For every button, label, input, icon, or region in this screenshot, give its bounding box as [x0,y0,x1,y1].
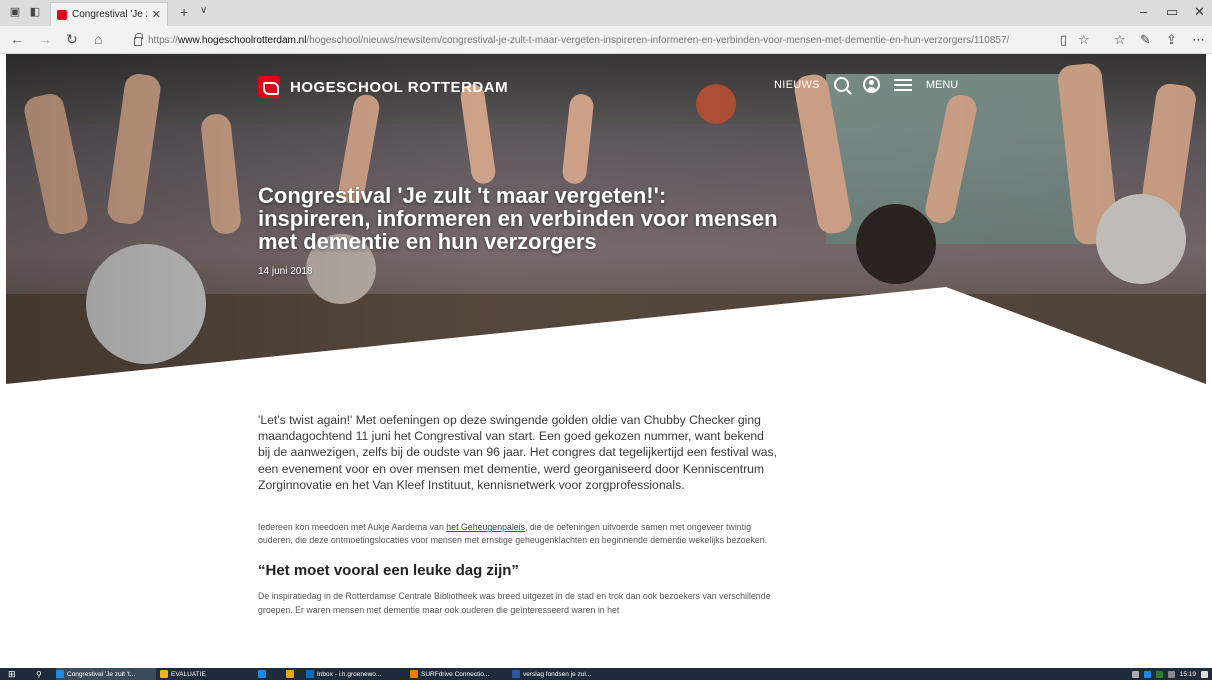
refresh-icon[interactable]: ↻ [66,31,78,48]
app-icon [410,670,418,678]
taskbar-app-item[interactable]: SURFdrive Connectio... [410,668,506,680]
logo-text: HOGESCHOOL ROTTERDAM [290,78,509,96]
favicon-icon [57,9,67,20]
app-icon [286,670,294,678]
set-aside-tabs-icon[interactable]: ◧ [28,6,42,18]
hamburger-menu-icon[interactable] [893,78,912,91]
sync-tray-icon[interactable] [1155,670,1163,678]
taskbar-app-item[interactable] [258,668,280,680]
hr-logo-icon [258,76,280,98]
forward-icon[interactable]: → [38,31,52,47]
start-button[interactable]: ⊞ [8,668,16,680]
taskbar-app-item[interactable]: EVALUATIE [160,668,250,680]
search-taskbar-icon[interactable]: ⚲ [36,668,42,680]
app-icon [258,670,266,678]
taskbar-app-item[interactable] [286,668,304,680]
maximize-icon[interactable]: ▭ [1166,4,1178,20]
notifications-icon[interactable] [1201,670,1208,678]
nav-menu-label[interactable]: MENU [926,79,958,91]
search-icon[interactable] [833,77,849,92]
site-logo[interactable]: HOGESCHOOL ROTTERDAM [258,76,508,98]
app-icon [512,670,520,678]
favorites-hub-icon[interactable]: ☆ [1114,32,1126,48]
app-icon [160,670,168,678]
volume-icon[interactable] [1167,670,1175,678]
url-field[interactable]: https://www.hogeschoolrotterdam.nl/hoges… [134,30,1084,50]
new-tab-icon[interactable]: + [180,4,188,20]
close-window-icon[interactable]: ✕ [1194,4,1205,20]
article-body: 'Let's twist again!' Met oefeningen op d… [258,412,778,617]
geheugenpaleis-link[interactable]: het Geheugenpaleis [446,522,525,532]
taskbar-app-item[interactable]: verslag fondsen je zul... [512,668,612,680]
outlook-tray-icon[interactable] [1143,670,1151,678]
windows-taskbar: ⊞ ⚲ Congrestival 'Je zult 't... EVALUATIE… [0,668,1212,680]
reading-view-icon[interactable]: ▯ [1060,32,1067,48]
article-subheading: “Het moet vooral een leuke dag zijn” [258,561,519,579]
back-icon[interactable]: ← [10,31,24,47]
taskbar-app-label: SURFdrive Connectio... [421,670,490,678]
pen-icon[interactable]: ✎ [1140,32,1151,48]
tab-title: Congrestival 'Je zult 't m [72,9,147,20]
app-icon [306,670,314,678]
browser-titlebar: ▣ ◧ Congrestival 'Je zult 't m ✕ + ∨ – ▭… [0,0,1212,26]
article-paragraph: De inspiratiedag in de Rotterdamse Centr… [258,590,771,615]
taskbar-app-item[interactable]: Congrestival 'Je zult 't... [56,668,156,680]
close-tab-icon[interactable]: ✕ [152,8,161,21]
tab-preview-icon[interactable]: ▣ [8,6,22,18]
home-icon[interactable]: ⌂ [94,31,102,47]
publish-date: 14 juni 2018 [258,266,313,277]
nav-news-link[interactable]: NIEUWS [774,79,820,91]
share-icon[interactable]: ⇪ [1166,32,1177,48]
article-lead: 'Let's twist again!' Met oefeningen op d… [258,413,777,492]
taskbar-app-item[interactable]: Inbox - i.h.groenewo... [306,668,406,680]
taskbar-app-label: Inbox - i.h.groenewo... [317,670,382,678]
page-title: Congrestival 'Je zult 't maar vergeten!'… [258,183,778,254]
article-paragraph: Iedereen kon meedoen met Aukje Aardema v… [258,522,768,546]
user-icon[interactable] [862,76,880,93]
lock-icon [134,32,143,46]
url-text: https://www.hogeschoolrotterdam.nl/hoges… [148,34,1010,46]
more-icon[interactable]: ⋯ [1192,32,1205,48]
taskbar-app-label: verslag fondsen je zul... [523,670,592,678]
minimize-icon[interactable]: – [1140,4,1147,19]
system-tray: 15:19 [1131,668,1208,680]
hero-banner: HOGESCHOOL ROTTERDAM NIEUWS MENU Congres… [6,54,1206,384]
network-icon[interactable] [1131,670,1139,678]
site-nav: NIEUWS MENU [774,76,958,93]
address-bar: ← → ↻ ⌂ https://www.hogeschoolrotterdam.… [0,26,1212,54]
taskbar-app-label: Congrestival 'Je zult 't... [67,670,136,678]
chevron-down-icon[interactable]: ∨ [200,5,207,16]
clock[interactable]: 15:19 [1180,671,1196,678]
browser-tab[interactable]: Congrestival 'Je zult 't m ✕ [50,2,168,26]
taskbar-app-label: EVALUATIE [171,670,206,678]
app-icon [56,670,64,678]
favorite-star-icon[interactable]: ☆ [1078,32,1090,48]
